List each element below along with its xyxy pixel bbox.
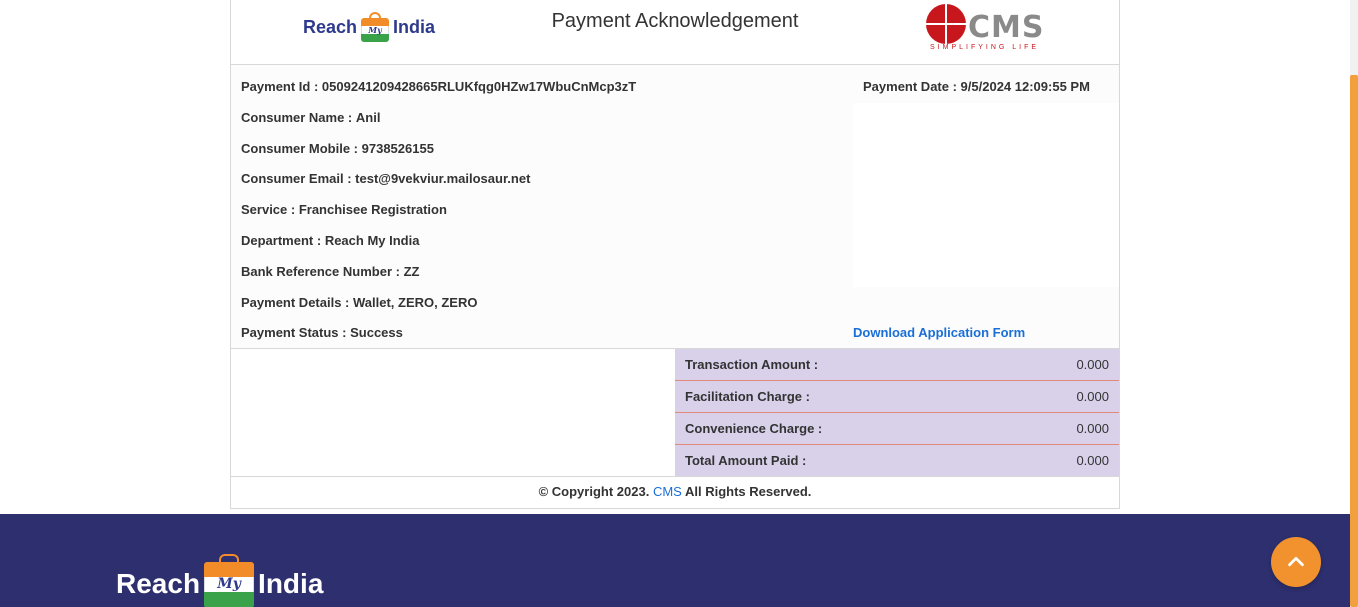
cms-logo-word: CMS (968, 10, 1045, 45)
convenience-charge-row: Convenience Charge : 0.000 (675, 413, 1119, 445)
payment-status-value: Success (350, 325, 403, 340)
cms-tagline: SIMPLIFYING LIFE (930, 44, 1040, 51)
service-value: Franchisee Registration (298, 202, 447, 217)
chevron-up-icon (1288, 556, 1304, 567)
amount-summary: Transaction Amount : 0.000 Facilitation … (675, 349, 1119, 476)
payment-details: Payment Id : 0509241209428665RLUKfqg0HZw… (231, 65, 1119, 349)
department-row: Department : Reach My India (241, 233, 420, 248)
cms-link[interactable]: CMS (653, 484, 682, 499)
site-footer: Reach My India (0, 514, 1350, 607)
cms-globe-icon (926, 4, 966, 44)
convenience-charge-value: 0.000 (1076, 421, 1109, 436)
transaction-amount-value: 0.000 (1076, 357, 1109, 372)
payment-date-row: Payment Date : 9/5/2024 12:09:55 PM (863, 79, 1090, 94)
total-amount-value: 0.000 (1076, 453, 1109, 468)
bank-reference-value: ZZ (403, 264, 420, 279)
consumer-name-value: Anil (355, 110, 381, 125)
consumer-mobile-value: 9738526155 (361, 141, 434, 156)
payment-date-value: 9/5/2024 12:09:55 PM (960, 79, 1090, 94)
payment-id-row: Payment Id : 0509241209428665RLUKfqg0HZw… (241, 79, 637, 94)
total-amount-row: Total Amount Paid : 0.000 (675, 445, 1119, 476)
side-panel (853, 103, 1119, 287)
download-application-form-link[interactable]: Download Application Form (853, 325, 1025, 340)
payment-details-value: Wallet, ZERO, ZERO (353, 295, 478, 310)
payment-details-row: Payment Details : Wallet, ZERO, ZERO (241, 295, 478, 310)
shopping-bag-icon: My (204, 554, 255, 607)
consumer-email-value: test@9vekviur.mailosaur.net (355, 171, 531, 186)
consumer-name-row: Consumer Name : Anil (241, 110, 381, 125)
consumer-email-row: Consumer Email : test@9vekviur.mailosaur… (241, 171, 531, 186)
payment-status-row: Payment Status : Success (241, 325, 403, 340)
facilitation-charge-value: 0.000 (1076, 389, 1109, 404)
service-row: Service : Franchisee Registration (241, 202, 447, 217)
consumer-mobile-row: Consumer Mobile : 9738526155 (241, 141, 434, 156)
scrollbar-thumb[interactable] (1350, 75, 1358, 607)
transaction-amount-row: Transaction Amount : 0.000 (675, 349, 1119, 381)
receipt-card: Reach My India Payment Acknowledgement C… (230, 0, 1120, 509)
receipt-header: Reach My India Payment Acknowledgement C… (231, 0, 1119, 65)
footer-logo: Reach My India (116, 554, 323, 607)
page: Reach My India Payment Acknowledgement C… (0, 0, 1358, 607)
bank-reference-row: Bank Reference Number : ZZ (241, 264, 420, 279)
payment-id-value: 0509241209428665RLUKfqg0HZw17WbuCnMcp3zT (321, 79, 637, 94)
copyright: © Copyright 2023. CMS All Rights Reserve… (231, 476, 1119, 509)
facilitation-charge-row: Facilitation Charge : 0.000 (675, 381, 1119, 413)
cms-logo: CMS SIMPLIFYING LIFE (926, 4, 1046, 56)
scroll-to-top-button[interactable] (1271, 537, 1321, 587)
department-value: Reach My India (324, 233, 420, 248)
